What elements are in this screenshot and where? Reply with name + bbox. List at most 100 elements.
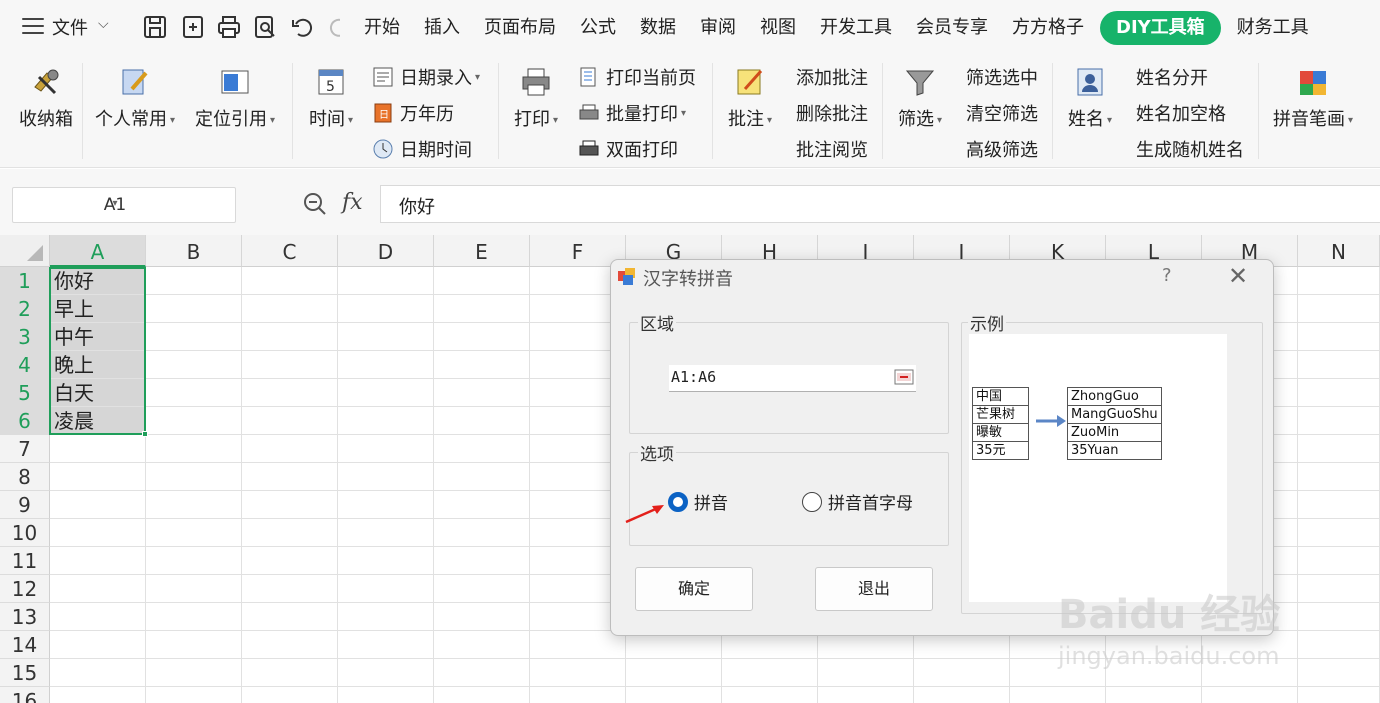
cell[interactable] [146, 323, 242, 351]
batch-print-button[interactable]: 批量打印 ▾ [578, 99, 686, 127]
cell[interactable] [146, 491, 242, 519]
exit-button[interactable]: 退出 [815, 567, 933, 611]
cell[interactable] [242, 267, 338, 295]
radio-initials-indicator[interactable] [802, 491, 822, 512]
cell[interactable] [338, 463, 434, 491]
select-all-corner[interactable] [0, 235, 50, 267]
cell[interactable] [434, 351, 530, 379]
radio-initials[interactable]: 拼音首字母 [802, 489, 913, 514]
perpetual-calendar-button[interactable]: 日 万年历 [372, 99, 454, 127]
cell[interactable] [242, 407, 338, 435]
comment-button[interactable]: 批注 ▾ [722, 65, 778, 131]
row-header[interactable]: 3 [0, 323, 50, 351]
cell[interactable] [242, 687, 338, 703]
fill-handle[interactable] [142, 431, 148, 437]
save-icon[interactable] [142, 14, 168, 40]
add-comment-button[interactable]: 添加批注 [796, 63, 868, 91]
tab-ffcell[interactable]: 方方格子 [1000, 11, 1096, 45]
column-header[interactable]: B [146, 235, 242, 267]
cell[interactable] [146, 295, 242, 323]
cell[interactable] [1298, 687, 1380, 703]
tab-member[interactable]: 会员专享 [904, 11, 1000, 45]
clear-filter-button[interactable]: 清空筛选 [966, 99, 1038, 127]
cell[interactable] [434, 435, 530, 463]
cell[interactable] [626, 687, 722, 703]
pinyin-strokes-button[interactable]: 拼音笔画 ▾ [1268, 65, 1358, 131]
duplex-print-button[interactable]: 双面打印 [578, 135, 678, 163]
cell[interactable] [434, 323, 530, 351]
tab-finance-tools[interactable]: 财务工具 [1225, 11, 1321, 45]
cell[interactable] [434, 547, 530, 575]
cell[interactable] [338, 547, 434, 575]
cell[interactable] [1298, 435, 1380, 463]
cell[interactable] [338, 631, 434, 659]
cell[interactable] [1298, 547, 1380, 575]
column-header[interactable]: N [1298, 235, 1380, 267]
delete-comment-button[interactable]: 删除批注 [796, 99, 868, 127]
cell[interactable] [530, 687, 626, 703]
row-header[interactable]: 1 [0, 267, 50, 295]
row-header[interactable]: 8 [0, 463, 50, 491]
cell[interactable] [1298, 295, 1380, 323]
cell[interactable] [50, 575, 146, 603]
collect-box-button[interactable]: 收纳箱 [18, 65, 74, 131]
print-icon[interactable] [216, 14, 242, 40]
cell[interactable] [338, 267, 434, 295]
zoom-icon[interactable] [302, 191, 328, 217]
date-time-button[interactable]: 日期时间 [372, 135, 472, 163]
cell[interactable] [626, 659, 722, 687]
cell[interactable] [434, 491, 530, 519]
row-header[interactable]: 15 [0, 659, 50, 687]
tab-review[interactable]: 审阅 [688, 11, 748, 45]
cell[interactable] [242, 351, 338, 379]
row-header[interactable]: 16 [0, 687, 50, 703]
row-header[interactable]: 2 [0, 295, 50, 323]
comment-read-button[interactable]: 批注阅览 [796, 135, 868, 163]
cell[interactable] [242, 435, 338, 463]
cell[interactable] [242, 575, 338, 603]
cell[interactable] [1298, 575, 1380, 603]
cell[interactable] [914, 659, 1010, 687]
cell[interactable] [242, 603, 338, 631]
cell[interactable] [722, 687, 818, 703]
cell[interactable] [434, 631, 530, 659]
tab-home[interactable]: 开始 [352, 11, 412, 45]
cell[interactable] [242, 323, 338, 351]
cell[interactable] [1106, 687, 1202, 703]
redo-icon[interactable] [326, 14, 340, 40]
tab-page-layout[interactable]: 页面布局 [472, 11, 568, 45]
range-input[interactable]: A1:A6 [669, 365, 916, 392]
cell[interactable] [338, 435, 434, 463]
ok-button[interactable]: 确定 [635, 567, 753, 611]
tab-developer[interactable]: 开发工具 [808, 11, 904, 45]
cell[interactable] [338, 519, 434, 547]
cell[interactable] [1298, 519, 1380, 547]
cell[interactable] [146, 659, 242, 687]
cell[interactable] [434, 575, 530, 603]
cell[interactable] [146, 687, 242, 703]
row-header[interactable]: 7 [0, 435, 50, 463]
cell[interactable] [434, 659, 530, 687]
cell[interactable] [338, 603, 434, 631]
fx-icon[interactable]: fx [342, 190, 363, 215]
row-header[interactable]: 10 [0, 519, 50, 547]
column-header[interactable]: C [242, 235, 338, 267]
print-preview-icon[interactable] [252, 14, 278, 40]
tab-insert[interactable]: 插入 [412, 11, 472, 45]
cell[interactable] [146, 379, 242, 407]
radio-pinyin-indicator[interactable] [668, 491, 688, 512]
name-box[interactable]: A1 ▾ [12, 187, 236, 223]
advanced-filter-button[interactable]: 高级筛选 [966, 135, 1038, 163]
cell[interactable] [50, 659, 146, 687]
cell[interactable] [146, 267, 242, 295]
export-icon[interactable] [180, 14, 206, 40]
filter-button[interactable]: 筛选 ▾ [892, 65, 948, 131]
cell[interactable] [146, 603, 242, 631]
cell[interactable] [338, 379, 434, 407]
cell[interactable] [1298, 267, 1380, 295]
cell[interactable] [146, 547, 242, 575]
row-header[interactable]: 12 [0, 575, 50, 603]
cell[interactable] [1298, 463, 1380, 491]
cell[interactable] [434, 603, 530, 631]
cell[interactable] [1298, 631, 1380, 659]
